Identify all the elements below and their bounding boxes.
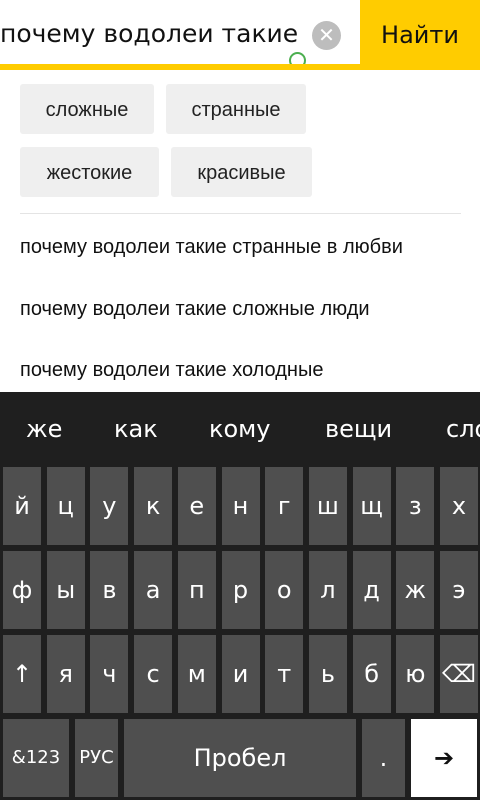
divider xyxy=(20,213,461,214)
key-о[interactable]: о xyxy=(265,551,304,629)
numbers-key[interactable]: &123 xyxy=(3,719,69,797)
key-ю[interactable]: ю xyxy=(396,635,435,713)
key-ф[interactable]: ф xyxy=(3,551,41,629)
key-ы[interactable]: ы xyxy=(46,551,85,629)
key-к[interactable]: к xyxy=(134,467,173,545)
key-у[interactable]: у xyxy=(90,467,129,545)
prediction-item[interactable]: как xyxy=(114,392,158,466)
prediction-bar: же как кому вещи сло xyxy=(0,392,480,466)
text-cursor-handle[interactable] xyxy=(289,52,306,64)
language-key[interactable]: РУС xyxy=(75,719,118,797)
key-т[interactable]: т xyxy=(265,635,304,713)
space-key[interactable]: Пробел xyxy=(124,719,356,797)
key-ь[interactable]: ь xyxy=(308,635,347,713)
on-screen-keyboard: же как кому вещи сло йцукенгшщзх фывапрол… xyxy=(0,392,480,800)
key-ш[interactable]: ш xyxy=(308,467,347,545)
key-й[interactable]: й xyxy=(3,467,41,545)
key-е[interactable]: е xyxy=(177,467,216,545)
key-р[interactable]: р xyxy=(221,551,260,629)
key-и[interactable]: и xyxy=(221,635,260,713)
close-circle-icon[interactable]: ✕ xyxy=(312,21,341,50)
backspace-icon[interactable]: ⌫ xyxy=(440,635,478,713)
suggestion-chip[interactable]: странные xyxy=(166,84,306,134)
key-з[interactable]: з xyxy=(396,467,435,545)
key-в[interactable]: в xyxy=(90,551,129,629)
key-х[interactable]: х xyxy=(440,467,478,545)
prediction-item[interactable]: сло xyxy=(446,392,480,466)
key-щ[interactable]: щ xyxy=(352,467,391,545)
enter-arrow-icon[interactable]: ➔ xyxy=(411,719,477,797)
key-я[interactable]: я xyxy=(46,635,85,713)
key-д[interactable]: д xyxy=(352,551,391,629)
find-button[interactable]: Найти xyxy=(360,0,480,70)
prediction-item[interactable]: кому xyxy=(209,392,271,466)
key-ж[interactable]: ж xyxy=(396,551,435,629)
key-б[interactable]: б xyxy=(352,635,391,713)
key-ч[interactable]: ч xyxy=(90,635,129,713)
key-м[interactable]: м xyxy=(177,635,216,713)
search-query-text: почему водолеи такие xyxy=(0,0,300,64)
search-header: почему водолеи такие ✕ Найти xyxy=(0,0,480,70)
prediction-item[interactable]: вещи xyxy=(325,392,392,466)
shift-arrow-icon[interactable]: ↑ xyxy=(3,635,41,713)
period-key[interactable]: . xyxy=(362,719,405,797)
key-а[interactable]: а xyxy=(134,551,173,629)
search-query: почему водолеи такие xyxy=(0,19,299,48)
key-п[interactable]: п xyxy=(177,551,216,629)
key-с[interactable]: с xyxy=(134,635,173,713)
suggestion-chip[interactable]: жестокие xyxy=(20,147,159,197)
prediction-item[interactable]: же xyxy=(26,392,62,466)
suggestion-chip[interactable]: красивые xyxy=(171,147,312,197)
suggestion-item[interactable]: почему водолеи такие странные в любви xyxy=(20,236,403,259)
key-н[interactable]: н xyxy=(221,467,260,545)
search-input[interactable]: почему водолеи такие ✕ xyxy=(0,0,360,64)
suggestion-item[interactable]: почему водолеи такие сложные люди xyxy=(20,298,370,321)
suggestion-item[interactable]: почему водолеи такие холодные xyxy=(20,359,323,382)
suggestion-chip[interactable]: сложные xyxy=(20,84,154,134)
key-э[interactable]: э xyxy=(440,551,478,629)
key-л[interactable]: л xyxy=(308,551,347,629)
key-ц[interactable]: ц xyxy=(46,467,85,545)
key-г[interactable]: г xyxy=(265,467,304,545)
